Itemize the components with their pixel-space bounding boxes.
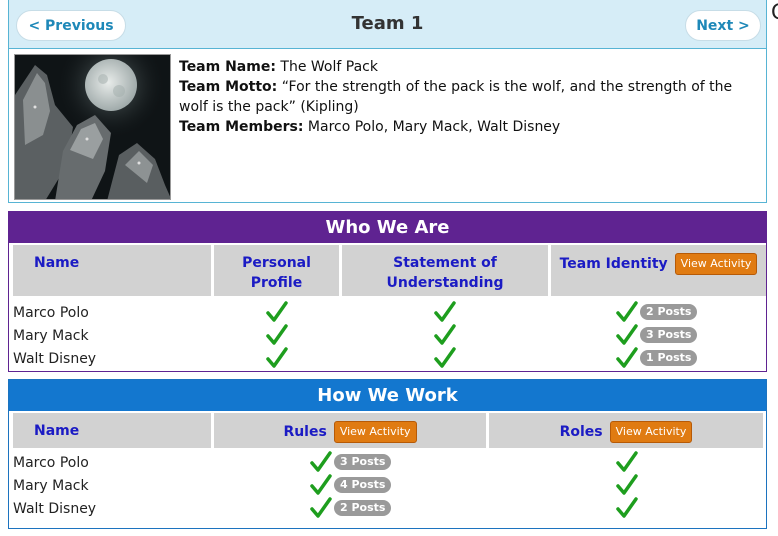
how-row: Mary Mack [13,474,89,497]
checkmark-icon [616,496,638,519]
who-identity-wrap: Team Identity View Activity [560,253,758,275]
rules-cell: 4 Posts [310,473,392,496]
checkmark-icon [266,346,288,369]
who-header-row: Name Personal Profile Statement of Under… [13,245,769,296]
identity-cell: 1 Posts [616,346,698,369]
who-header-profile: Personal Profile [214,245,339,296]
checkmark-icon [266,300,288,323]
member-name: Mary Mack [13,327,89,344]
who-header-statement: Statement of Understanding [342,245,548,296]
checkmark-icon [310,450,332,472]
member-name: Marco Polo [13,304,89,321]
team-card: < Previous Team 1 Next > Team Name: The … [8,0,767,203]
posts-badge[interactable]: 2 Posts [334,499,392,516]
rules-cell: 3 Posts [310,450,392,473]
how-header-rules-label: Rules [283,424,327,440]
who-row: Marco Polo [13,301,89,324]
checkmark-icon [616,473,638,496]
member-name: Mary Mack [13,477,89,494]
checkmark-icon [616,346,638,368]
who-row: Walt Disney [13,347,96,370]
team-name-line: Team Name: The Wolf Pack [179,57,765,77]
rules-cell: 2 Posts [310,496,392,519]
member-name: Walt Disney [13,350,97,367]
member-name: Marco Polo [13,454,89,471]
edge-letter: C [771,2,778,23]
how-we-work-panel: How We Work Name Rules View Activity Rol… [8,379,767,529]
identity-cell: 3 Posts [616,323,698,346]
identity-cell: 2 Posts [616,300,698,323]
posts-badge[interactable]: 3 Posts [334,453,392,470]
how-header-roles: Roles View Activity [489,413,763,448]
team-info: Team Name: The Wolf Pack Team Motto: “Fo… [179,57,765,137]
team-name-label: Team Name: [179,59,276,75]
how-row: Walt Disney [13,497,96,520]
checkmark-icon [616,323,638,345]
how-row: Marco Polo [13,451,89,474]
checkmark-icon [310,496,332,518]
view-activity-button[interactable]: View Activity [609,421,693,443]
how-header-row: Name Rules View Activity Roles View Acti… [13,413,766,448]
team-members-value: Marco Polo, Mary Mack, Walt Disney [307,119,561,135]
posts-badge[interactable]: 2 Posts [640,303,698,320]
posts-badge[interactable]: 4 Posts [334,476,392,493]
team-members-line: Team Members: Marco Polo, Mary Mack, Wal… [179,117,765,137]
how-rules-wrap: Rules View Activity [283,421,417,443]
team-members-label: Team Members: [179,119,304,135]
posts-badge[interactable]: 3 Posts [640,326,698,343]
who-we-are-title: Who We Are [9,212,766,243]
team-header: < Previous Team 1 Next > [9,0,766,49]
team-motto-label: Team Motto: [179,79,278,95]
how-we-work-title: How We Work [9,380,766,411]
how-roles-wrap: Roles View Activity [560,421,693,443]
how-header-rules: Rules View Activity [214,413,486,448]
checkmark-icon [616,450,638,473]
how-header-name: Name [13,413,211,448]
who-header-identity-label: Team Identity [559,256,668,272]
team-motto-line: Team Motto: “For the strength of the pac… [179,77,765,117]
who-row: Mary Mack [13,324,89,347]
how-header-roles-label: Roles [559,424,603,440]
view-activity-button[interactable]: View Activity [333,421,417,443]
next-button[interactable]: Next > [685,10,761,41]
team-title: Team 1 [351,13,424,34]
checkmark-icon [616,300,638,322]
checkmark-icon [434,323,456,346]
checkmark-icon [434,300,456,323]
who-header-name: Name [13,245,211,296]
who-header-identity: Team Identity View Activity [551,245,766,296]
checkmark-icon [434,346,456,369]
view-activity-button[interactable]: View Activity [674,253,758,275]
who-we-are-panel: Who We Are Name Personal Profile Stateme… [8,211,767,372]
posts-badge[interactable]: 1 Posts [640,349,698,366]
team-name-value: The Wolf Pack [280,59,378,75]
team-photo [14,54,171,200]
checkmark-icon [266,323,288,346]
checkmark-icon [310,473,332,495]
member-name: Walt Disney [13,500,97,517]
